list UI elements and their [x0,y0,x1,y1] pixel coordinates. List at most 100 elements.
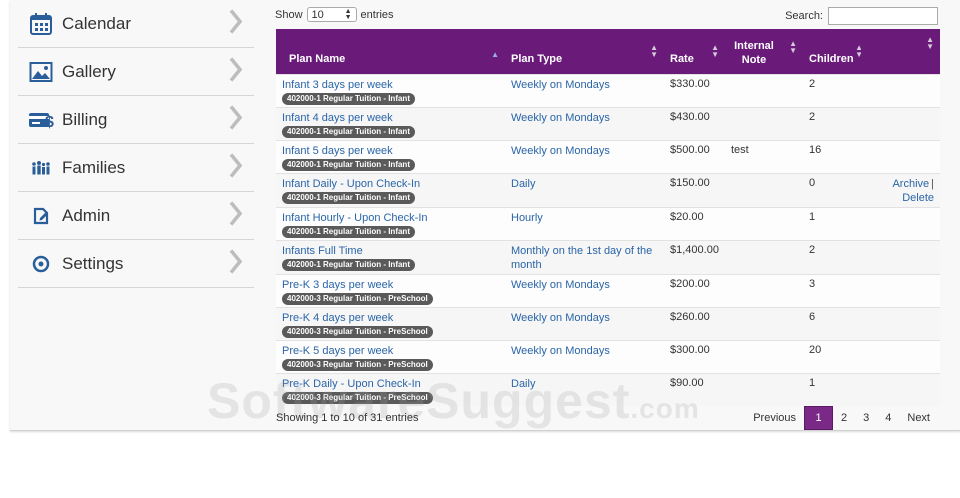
header-label: Plan Name [289,52,346,65]
chevron-right-icon [228,8,243,39]
note-cell [725,73,803,107]
plan-type-link[interactable]: Daily [511,378,535,390]
plan-name-link[interactable]: Pre-K 5 days per week [282,344,499,358]
note-cell [725,273,803,307]
plan-name-link[interactable]: Pre-K Daily - Upon Check-In [282,377,499,391]
plan-name-link[interactable]: Infant 3 days per week [282,78,499,92]
column-header-actions[interactable]: ▲ ▼ [861,29,940,74]
plan-name-link[interactable]: Infant 4 days per week [282,111,499,125]
sidebar-item-billing[interactable]: $ Billing [18,96,254,144]
rate-cell: $90.00 [664,372,725,406]
plan-type-cell: Weekly on Mondays [505,139,664,173]
sidebar-item-families[interactable]: Families [18,144,254,192]
tuition-badge: 402000-1 Regular Tuition - Infant [282,158,415,171]
show-label: Show [275,8,303,21]
plan-name-link[interactable]: Pre-K 4 days per week [282,311,499,325]
plan-type-link[interactable]: Hourly [511,212,543,224]
chevron-right-icon [228,152,243,183]
column-header-plan-type[interactable]: Plan Type ▲ ▼ [505,29,664,74]
tuition-badge: 402000-3 Regular Tuition - PreSchool [282,292,433,305]
plan-type-link[interactable]: Monthly on the 1st day of the month [511,245,652,271]
plan-name-link[interactable]: Infant 5 days per week [282,144,499,158]
children-cell: 1 [803,206,861,240]
plan-type-link[interactable]: Weekly on Mondays [511,279,610,291]
plan-type-link[interactable]: Weekly on Mondays [511,79,610,91]
plan-name-link[interactable]: Infant Hourly - Upon Check-In [282,211,499,225]
actions-cell [861,306,940,340]
table-header-row: Plan Name ▲ Plan Type ▲ ▼ Rate ▲ ▼ Internal N… [276,29,940,74]
note-cell [725,206,803,240]
sidebar-item-calendar[interactable]: Calendar [18,0,254,48]
header-label: Children [809,52,854,65]
plan-type-cell: Weekly on Mondays [505,73,664,107]
note-cell [725,172,803,207]
header-label: Rate [670,52,694,65]
column-header-plan-name[interactable]: Plan Name ▲ [276,29,505,74]
note-cell [725,306,803,340]
rate-cell: $200.00 [664,273,725,307]
svg-text:$: $ [45,114,54,130]
rate-cell: $150.00 [664,172,725,207]
sidebar-item-admin[interactable]: Admin [18,192,254,240]
plan-name-cell: Infants Full Time 402000-1 Regular Tuitio… [276,239,505,274]
table-row: Pre-K 4 days per week 402000-3 Regular Tu… [276,306,940,340]
plan-name-link[interactable]: Infants Full Time [282,244,499,258]
actions-cell: Archive | Delete [861,172,940,207]
actions-cell [861,73,940,107]
calendar-icon [28,11,54,37]
pagination-previous[interactable]: Previous [745,407,804,429]
families-icon [28,155,54,181]
entries-per-page-select[interactable]: 10 ▲ ▼ [306,7,357,22]
chevron-right-icon [228,248,243,279]
sidebar-item-label: Gallery [62,61,116,81]
children-cell: 16 [803,139,861,173]
plan-type-cell: Weekly on Mondays [505,106,664,140]
plans-table-body: Infant 3 days per week 402000-1 Regular T… [276,73,940,406]
table-row: Infant 4 days per week 402000-1 Regular T… [276,106,940,140]
plan-name-cell: Pre-K 4 days per week 402000-3 Regular Tu… [276,306,505,340]
plan-name-link[interactable]: Pre-K 3 days per week [282,278,499,292]
note-cell [725,339,803,373]
note-cell [725,106,803,140]
table-row: Infant Hourly - Upon Check-In 402000-1 Re… [276,206,940,240]
actions-cell [861,139,940,173]
plan-type-link[interactable]: Weekly on Mondays [511,312,610,324]
rate-cell: $330.00 [664,73,725,107]
column-header-rate[interactable]: Rate ▲ ▼ [664,29,725,74]
table-row: Infant Daily - Upon Check-In 402000-1 Reg… [276,172,940,207]
sidebar: Calendar Gallery $ Billing Families Admi… [18,0,254,288]
page-1-button[interactable]: 1 [804,406,833,430]
actions-cell [861,339,940,373]
settings-icon [28,251,54,277]
plan-name-link[interactable]: Infant Daily - Upon Check-In [282,177,499,191]
archive-link[interactable]: Archive [892,178,929,190]
sidebar-item-settings[interactable]: Settings [18,240,254,288]
page-3-button[interactable]: 3 [855,407,877,429]
note-cell: test [725,139,803,173]
search-input[interactable] [828,7,938,25]
header-label: Internal Note [734,39,774,66]
plan-type-cell: Daily [505,172,664,207]
gallery-icon [28,59,54,85]
plan-type-link[interactable]: Daily [511,178,535,190]
sort-icon: ▲ ▼ [650,42,658,59]
column-header-children[interactable]: Children ▲ ▼ [803,29,863,74]
plan-name-cell: Infant Hourly - Upon Check-In 402000-1 Re… [276,206,505,240]
sort-asc-icon: ▲ [491,49,499,59]
tuition-badge: 402000-3 Regular Tuition - PreSchool [282,358,433,371]
plan-type-link[interactable]: Weekly on Mondays [511,145,610,157]
sort-icon: ▲ ▼ [789,38,797,55]
plan-type-link[interactable]: Weekly on Mondays [511,345,610,357]
tuition-badge: 402000-3 Regular Tuition - PreSchool [282,325,433,338]
sort-icon: ▲ ▼ [711,42,719,59]
children-cell: 2 [803,106,861,140]
plan-type-link[interactable]: Weekly on Mondays [511,112,610,124]
chevron-right-icon [228,56,243,87]
page-2-button[interactable]: 2 [833,407,855,429]
page-4-button[interactable]: 4 [877,407,899,429]
pagination-next[interactable]: Next [899,407,938,429]
rate-cell: $1,400.00 [664,239,725,274]
sidebar-item-gallery[interactable]: Gallery [18,48,254,96]
column-header-internal-note[interactable]: Internal Note ▲ ▼ [725,29,803,74]
delete-link[interactable]: Delete [902,192,934,204]
